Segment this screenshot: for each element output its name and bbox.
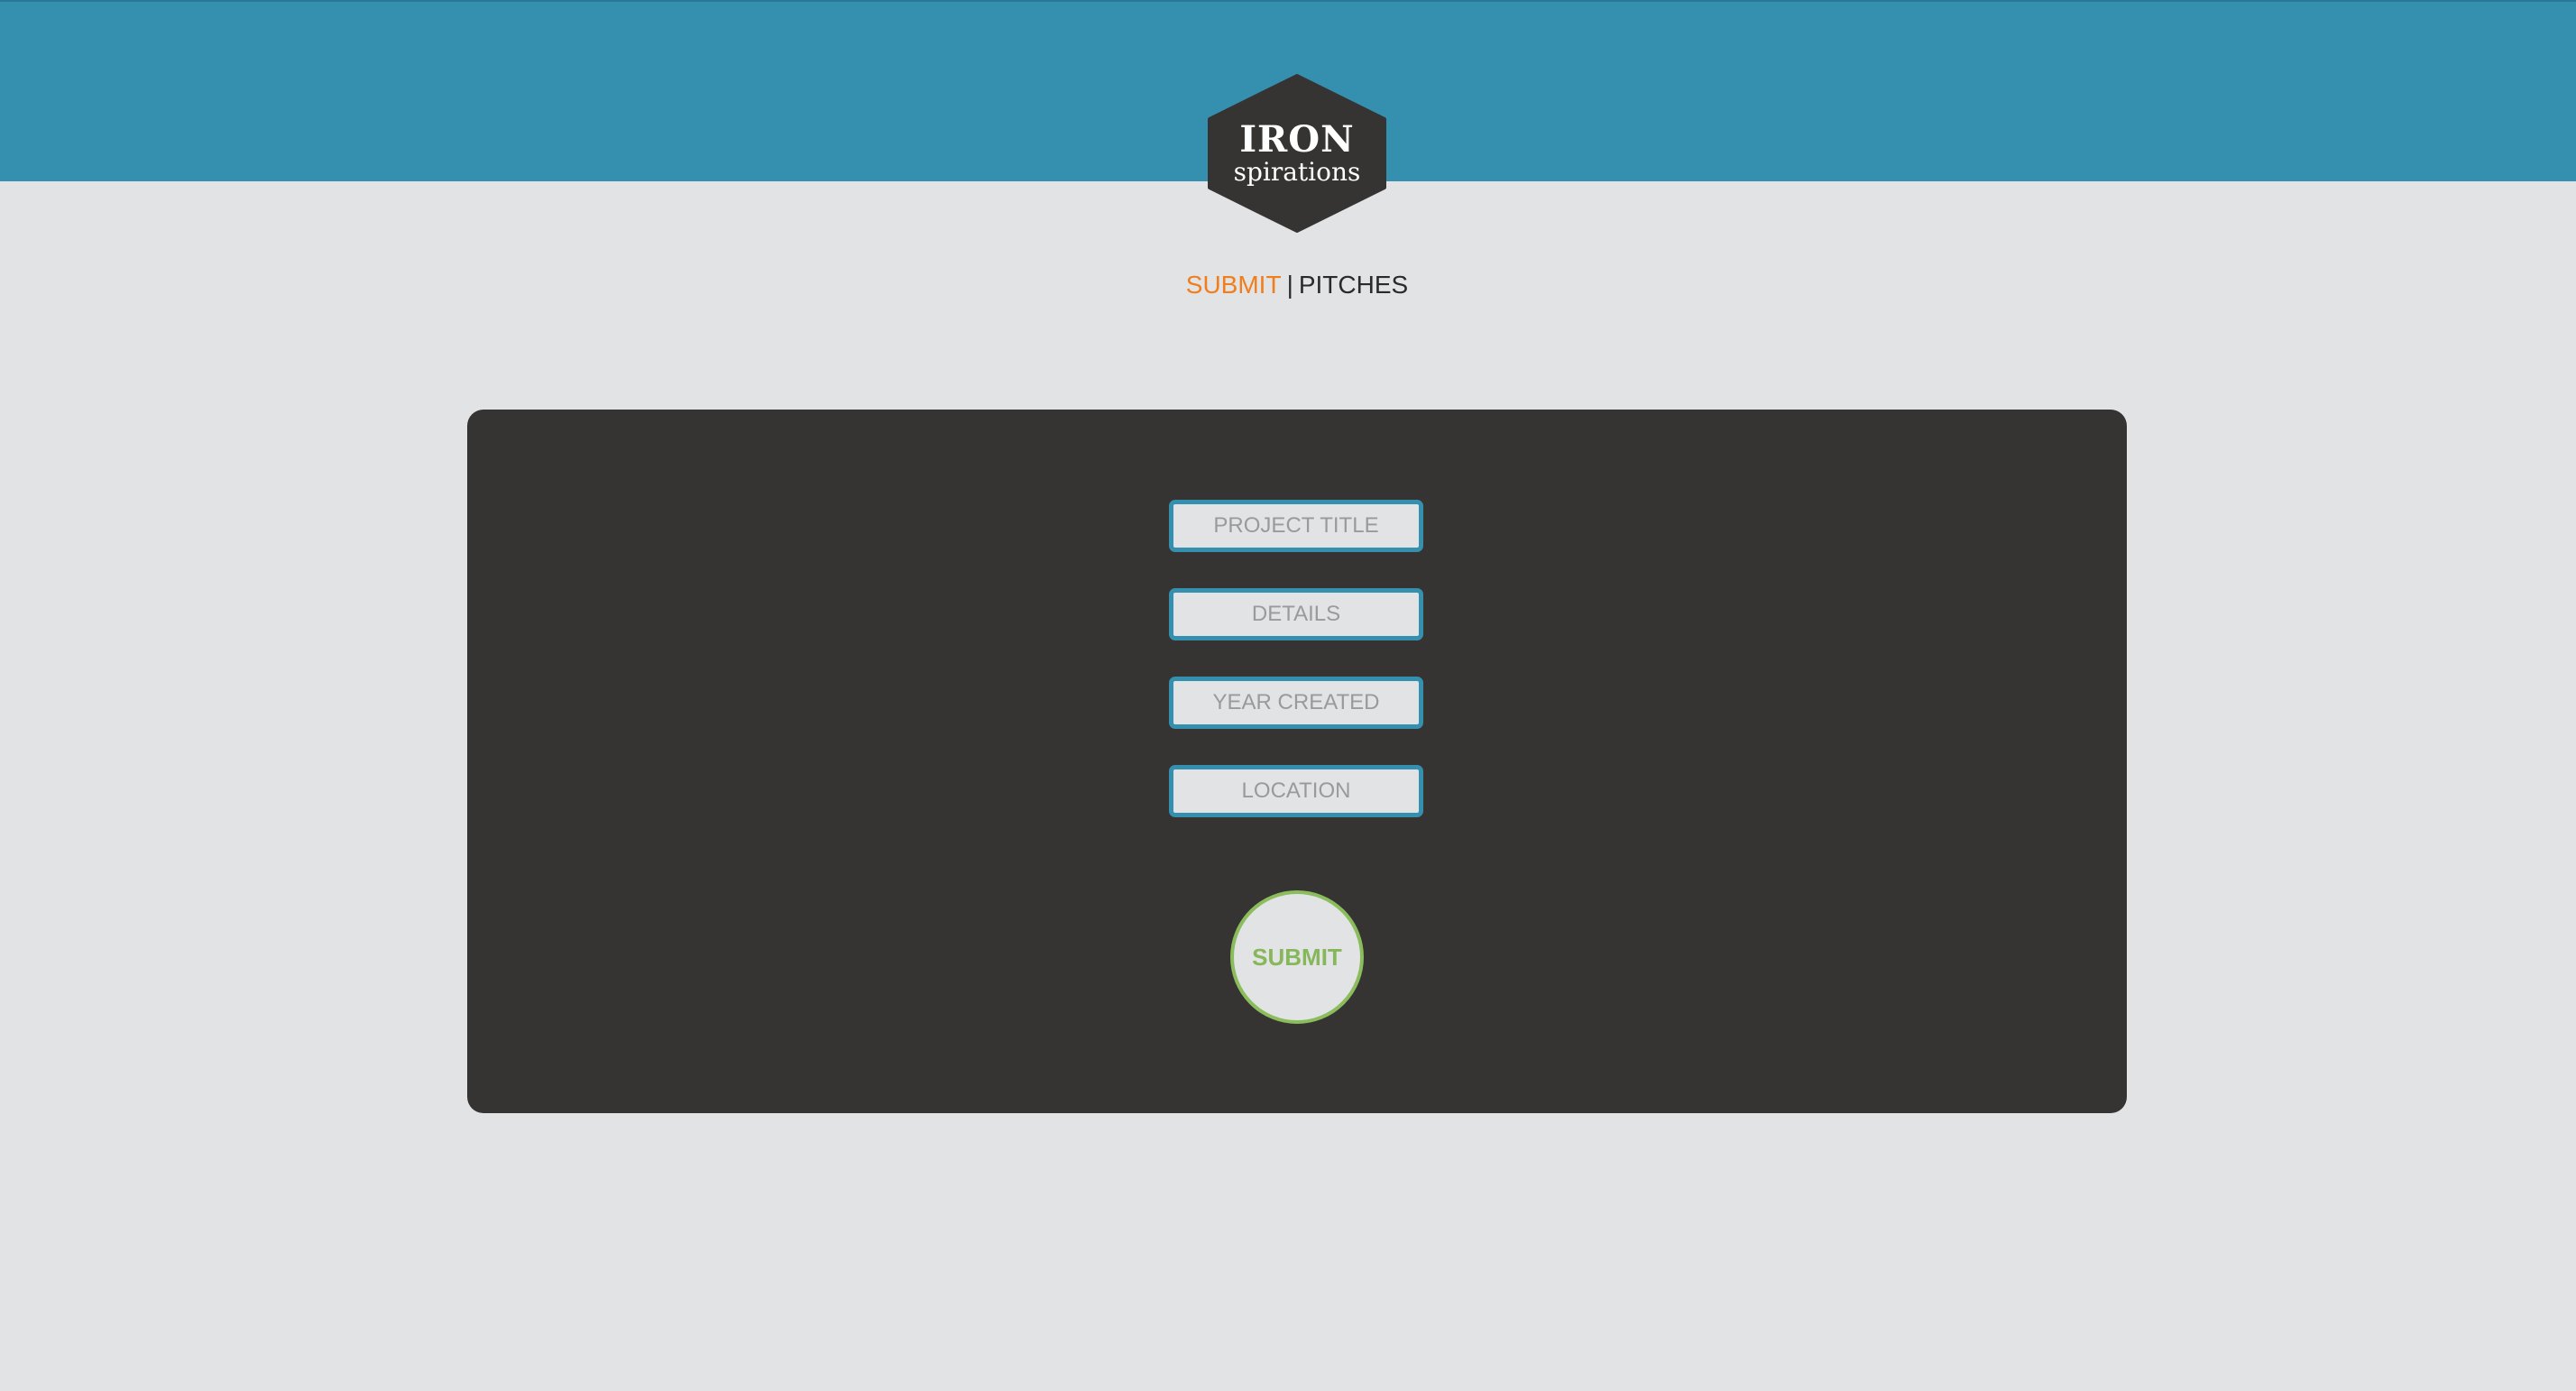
- nav-link-pitches[interactable]: PITCHES: [1299, 271, 1408, 299]
- year-created-input[interactable]: [1169, 677, 1423, 729]
- logo-line-iron: IRON: [1239, 118, 1355, 161]
- project-title-input[interactable]: [1169, 500, 1423, 552]
- logo-wordmark: IRON spirations: [1207, 74, 1387, 233]
- main-nav: SUBMIT | PITCHES: [1117, 267, 1477, 303]
- submit-button[interactable]: SUBMIT: [1230, 890, 1364, 1024]
- details-input[interactable]: [1169, 588, 1423, 640]
- logo-line-spirations: spirations: [1233, 157, 1361, 187]
- location-input[interactable]: [1169, 765, 1423, 817]
- site-logo[interactable]: IRON spirations: [1207, 74, 1387, 233]
- nav-separator: |: [1286, 271, 1293, 299]
- nav-link-submit[interactable]: SUBMIT: [1186, 271, 1282, 299]
